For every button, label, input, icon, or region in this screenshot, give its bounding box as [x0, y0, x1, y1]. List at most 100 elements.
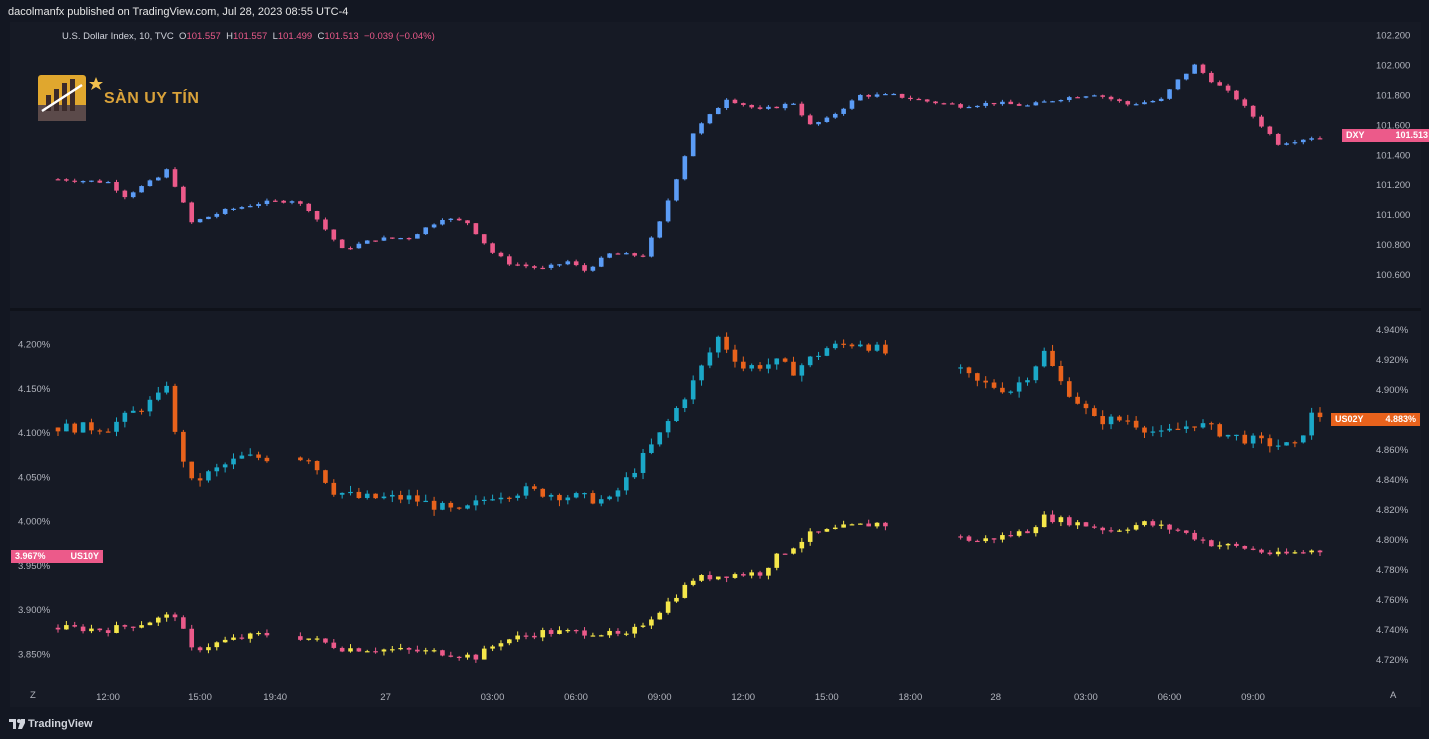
- us02y-candle: [548, 494, 554, 497]
- dxy-candle: [1041, 101, 1047, 103]
- us02y-candle: [89, 422, 94, 431]
- us10y-candle: [858, 523, 863, 525]
- us10y-candle: [1075, 522, 1080, 526]
- us02y-axis-tick-label: 4.760%: [1376, 595, 1409, 606]
- us10y-candle: [381, 649, 387, 652]
- dxy-axis-tick-label: 101.800: [1376, 90, 1410, 101]
- dxy-candle: [883, 94, 888, 96]
- us02y-axis-tick-label: 4.720%: [1376, 655, 1409, 666]
- time-axis-label: 03:00: [481, 692, 505, 703]
- us10y-candle: [607, 630, 612, 636]
- us10y-candle: [1217, 545, 1223, 547]
- logo-chart-icon: [38, 75, 103, 121]
- us02y-candle: [1167, 428, 1172, 431]
- dxy-candle: [1150, 100, 1156, 103]
- us10y-candle: [206, 647, 211, 651]
- us02y-candle: [239, 455, 245, 459]
- dxy-candle: [908, 97, 913, 100]
- dxy-candle: [983, 102, 988, 106]
- us02y-candle: [724, 336, 729, 350]
- dxy-axis-tick-label: 100.600: [1376, 270, 1410, 281]
- dxy-candle: [147, 180, 153, 187]
- us10y-candle: [732, 574, 738, 578]
- us10y-candle: [264, 632, 270, 636]
- dxy-candle: [858, 94, 863, 101]
- us02y-candle: [247, 454, 253, 456]
- dxy-axis-tick-label: 101.000: [1376, 210, 1410, 221]
- dxy-candle: [406, 238, 412, 240]
- dxy-candle: [89, 180, 94, 182]
- us02y-candle: [766, 364, 771, 369]
- us02y-candle: [590, 493, 596, 504]
- us02y-candle: [699, 365, 704, 381]
- time-axis-label: 28: [990, 692, 1001, 703]
- dxy-candle: [824, 117, 830, 123]
- us02y-candle: [523, 486, 529, 496]
- logo-text: SÀN UY TÍN: [104, 90, 200, 107]
- us02y-candle: [1050, 350, 1055, 366]
- dxy-candle: [766, 106, 771, 109]
- us10y-candle: [1133, 525, 1139, 530]
- dxy-candle: [1284, 143, 1289, 145]
- dxy-candle: [281, 200, 286, 203]
- us10y-axis-tick-label: 4.050%: [18, 472, 51, 483]
- time-axis-label: 09:00: [1241, 692, 1265, 703]
- dxy-candle: [799, 103, 805, 116]
- us10y-candle: [130, 626, 136, 628]
- us10y-axis-tick-label: 4.200%: [18, 340, 51, 351]
- dxy-candle: [172, 169, 178, 187]
- us10y-candle: [1158, 524, 1164, 526]
- dxy-candle: [1075, 97, 1080, 99]
- us10y-candle: [1200, 539, 1206, 541]
- dxy-candle: [573, 261, 579, 266]
- us10y-candle: [1175, 529, 1181, 531]
- us10y-candle: [1033, 527, 1039, 534]
- us10y-candle: [1300, 552, 1306, 554]
- zoom-button[interactable]: Z: [30, 690, 36, 701]
- us10y-candle: [1025, 531, 1030, 534]
- legend-low: 101.499: [277, 31, 313, 42]
- dxy-axis-tick-label: 102.000: [1376, 60, 1410, 71]
- us10y-candle: [782, 553, 788, 555]
- dxy-candle: [1050, 101, 1055, 103]
- dxy-candle: [866, 94, 871, 97]
- dxy-candle: [373, 240, 378, 242]
- us10y-candle: [699, 575, 704, 581]
- dxy-candle: [364, 240, 370, 244]
- us10y-candle: [598, 635, 604, 637]
- dxy-candle: [339, 239, 345, 249]
- dxy-candle: [1108, 96, 1114, 100]
- dxy-candle: [841, 108, 846, 114]
- dxy-candle: [181, 186, 186, 203]
- us02y-candle: [373, 493, 378, 499]
- dxy-candle: [624, 253, 629, 255]
- us10y-candle: [1142, 521, 1147, 526]
- us02y-candle: [532, 486, 537, 489]
- dxy-candle: [1309, 138, 1314, 140]
- dxy-candle: [774, 106, 780, 109]
- dxy-candle: [256, 204, 261, 207]
- us02y-candle: [1033, 366, 1039, 381]
- us10y-candle: [573, 630, 579, 632]
- us10y-candle: [715, 576, 721, 580]
- auto-scale-button[interactable]: A: [1390, 690, 1397, 701]
- us02y-candle: [741, 361, 746, 369]
- us10y-candle: [1192, 532, 1197, 540]
- us10y-candle: [991, 538, 997, 540]
- dxy-candle: [590, 266, 596, 271]
- us10y-candle: [89, 628, 94, 632]
- time-axis-label: 12:00: [731, 692, 755, 703]
- us10y-candle: [356, 648, 362, 652]
- dxy-candle: [448, 218, 454, 220]
- san-uy-tin-logo: SÀN UY TÍN: [38, 75, 208, 123]
- dxy-candle: [1267, 126, 1273, 134]
- us10y-candle: [724, 576, 729, 578]
- dxy-candle: [849, 100, 855, 109]
- dxy-candle: [874, 94, 880, 97]
- us02y-candle: [130, 410, 136, 413]
- chart-canvas[interactable]: 102.200102.000101.800101.600101.400101.2…: [0, 0, 1429, 739]
- us02y-candle: [1041, 350, 1047, 367]
- dxy-candle: [1209, 72, 1214, 83]
- us02y-candle: [222, 464, 228, 468]
- us02y-candle: [1000, 387, 1005, 393]
